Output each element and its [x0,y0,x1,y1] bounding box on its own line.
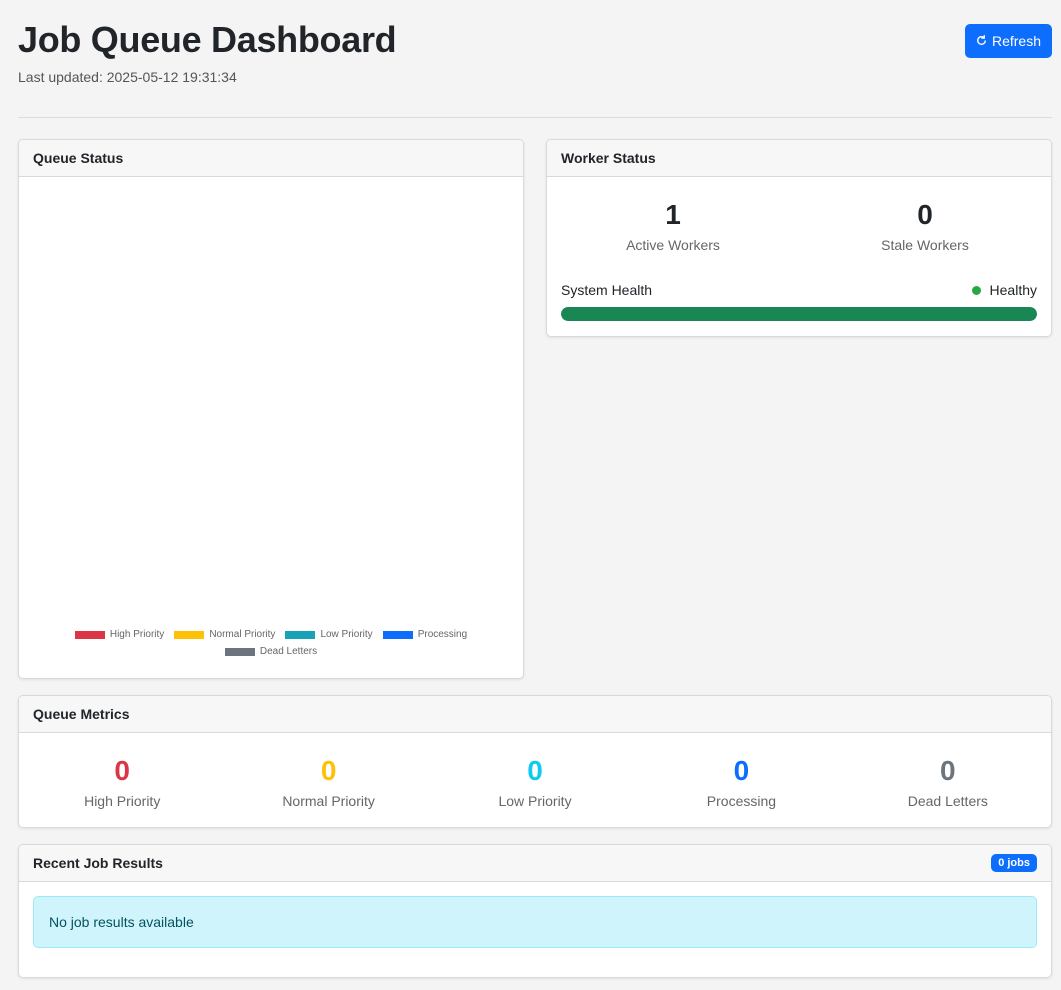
legend-item[interactable]: Normal Priority [174,629,275,640]
legend-item[interactable]: Dead Letters [224,646,318,657]
health-progress-fill [561,307,1037,321]
legend-label: Normal Priority [209,629,276,640]
empty-results-message: No job results available [49,914,194,930]
recent-results-header: Recent Job Results 0 jobs [19,845,1051,882]
stale-workers-label: Stale Workers [881,237,969,253]
legend-swatch [285,630,316,639]
metrics-row: 0 High Priority 0 Normal Priority 0 Low … [19,733,1051,827]
metric-value: 0 [114,755,130,786]
legend-label: Dead Letters [259,646,318,657]
legend-item[interactable]: Low Priority [285,629,373,640]
metric-high-priority: 0 High Priority [19,733,225,827]
metric-label: Processing [706,793,777,809]
metric-processing: 0 Processing [638,733,844,827]
metric-label: Low Priority [498,793,572,809]
queue-status-title: Queue Status [33,150,124,166]
queue-status-header: Queue Status [19,140,523,177]
chart-legend: High Priority Normal Priority Low Priority… [19,626,523,660]
metric-low-priority: 0 Low Priority [432,733,638,827]
health-status-text: Healthy [989,282,1037,298]
metric-value: 0 [320,755,337,786]
metric-label: Dead Letters [907,793,988,809]
page-title: Job Queue Dashboard [18,19,397,60]
recent-results-title: Recent Job Results [33,855,163,871]
legend-row: Dead Letters [19,643,523,660]
legend-swatch [382,630,413,639]
page-header: Job Queue Dashboard Last updated: 2025-0… [18,18,1052,118]
active-workers-count: 1 [665,199,681,230]
health-progress-bar [561,307,1037,321]
system-health-label: System Health [561,282,653,298]
health-status: Healthy [971,282,1037,298]
legend-swatch [74,630,105,639]
metric-label: High Priority [84,793,161,809]
worker-stats: 1 Active Workers 0 Stale Workers [547,177,1051,267]
worker-status-title: Worker Status [561,150,656,166]
empty-results-alert: No job results available [33,896,1037,948]
active-workers-label: Active Workers [626,237,720,253]
refresh-button[interactable]: Refresh [965,24,1052,58]
last-updated-text: Last updated: 2025-05-12 19:31:34 [18,69,237,85]
metric-value: 0 [940,755,956,786]
worker-status-header: Worker Status [547,140,1051,177]
status-dot-icon [971,285,981,295]
queue-metrics-card: Queue Metrics 0 High Priority 0 Normal P… [18,695,1052,828]
refresh-icon [976,33,987,49]
legend-label: Processing [417,629,468,640]
legend-label: High Priority [109,629,165,640]
legend-label: Low Priority [320,629,373,640]
metric-value: 0 [527,755,543,786]
legend-swatch [174,630,205,639]
metric-normal-priority: 0 Normal Priority [225,733,431,827]
recent-results-card: Recent Job Results 0 jobs No job results… [18,844,1052,978]
metric-label: Normal Priority [282,793,375,809]
legend-swatch [224,647,255,656]
metric-value: 0 [733,755,750,786]
queue-metrics-header: Queue Metrics [19,696,1051,733]
active-workers-stat: 1 Active Workers [547,177,799,267]
queue-status-card: Queue Status High Priority Normal Priorit… [18,139,524,679]
metric-dead-letters: 0 Dead Letters [845,733,1051,827]
worker-status-card: Worker Status 1 Active Workers 0 Stale W… [546,139,1052,337]
header-divider [18,117,1052,118]
refresh-label: Refresh [991,33,1042,49]
legend-row: High Priority Normal Priority Low Priority… [19,626,523,643]
queue-metrics-title: Queue Metrics [33,706,130,722]
jobs-count-badge: 0 jobs [991,854,1037,872]
legend-item[interactable]: Processing [382,629,468,640]
stale-workers-stat: 0 Stale Workers [799,177,1051,267]
stale-workers-count: 0 [917,199,933,230]
legend-item[interactable]: High Priority [74,629,165,640]
system-health-row: System Health Healthy [561,282,1037,298]
